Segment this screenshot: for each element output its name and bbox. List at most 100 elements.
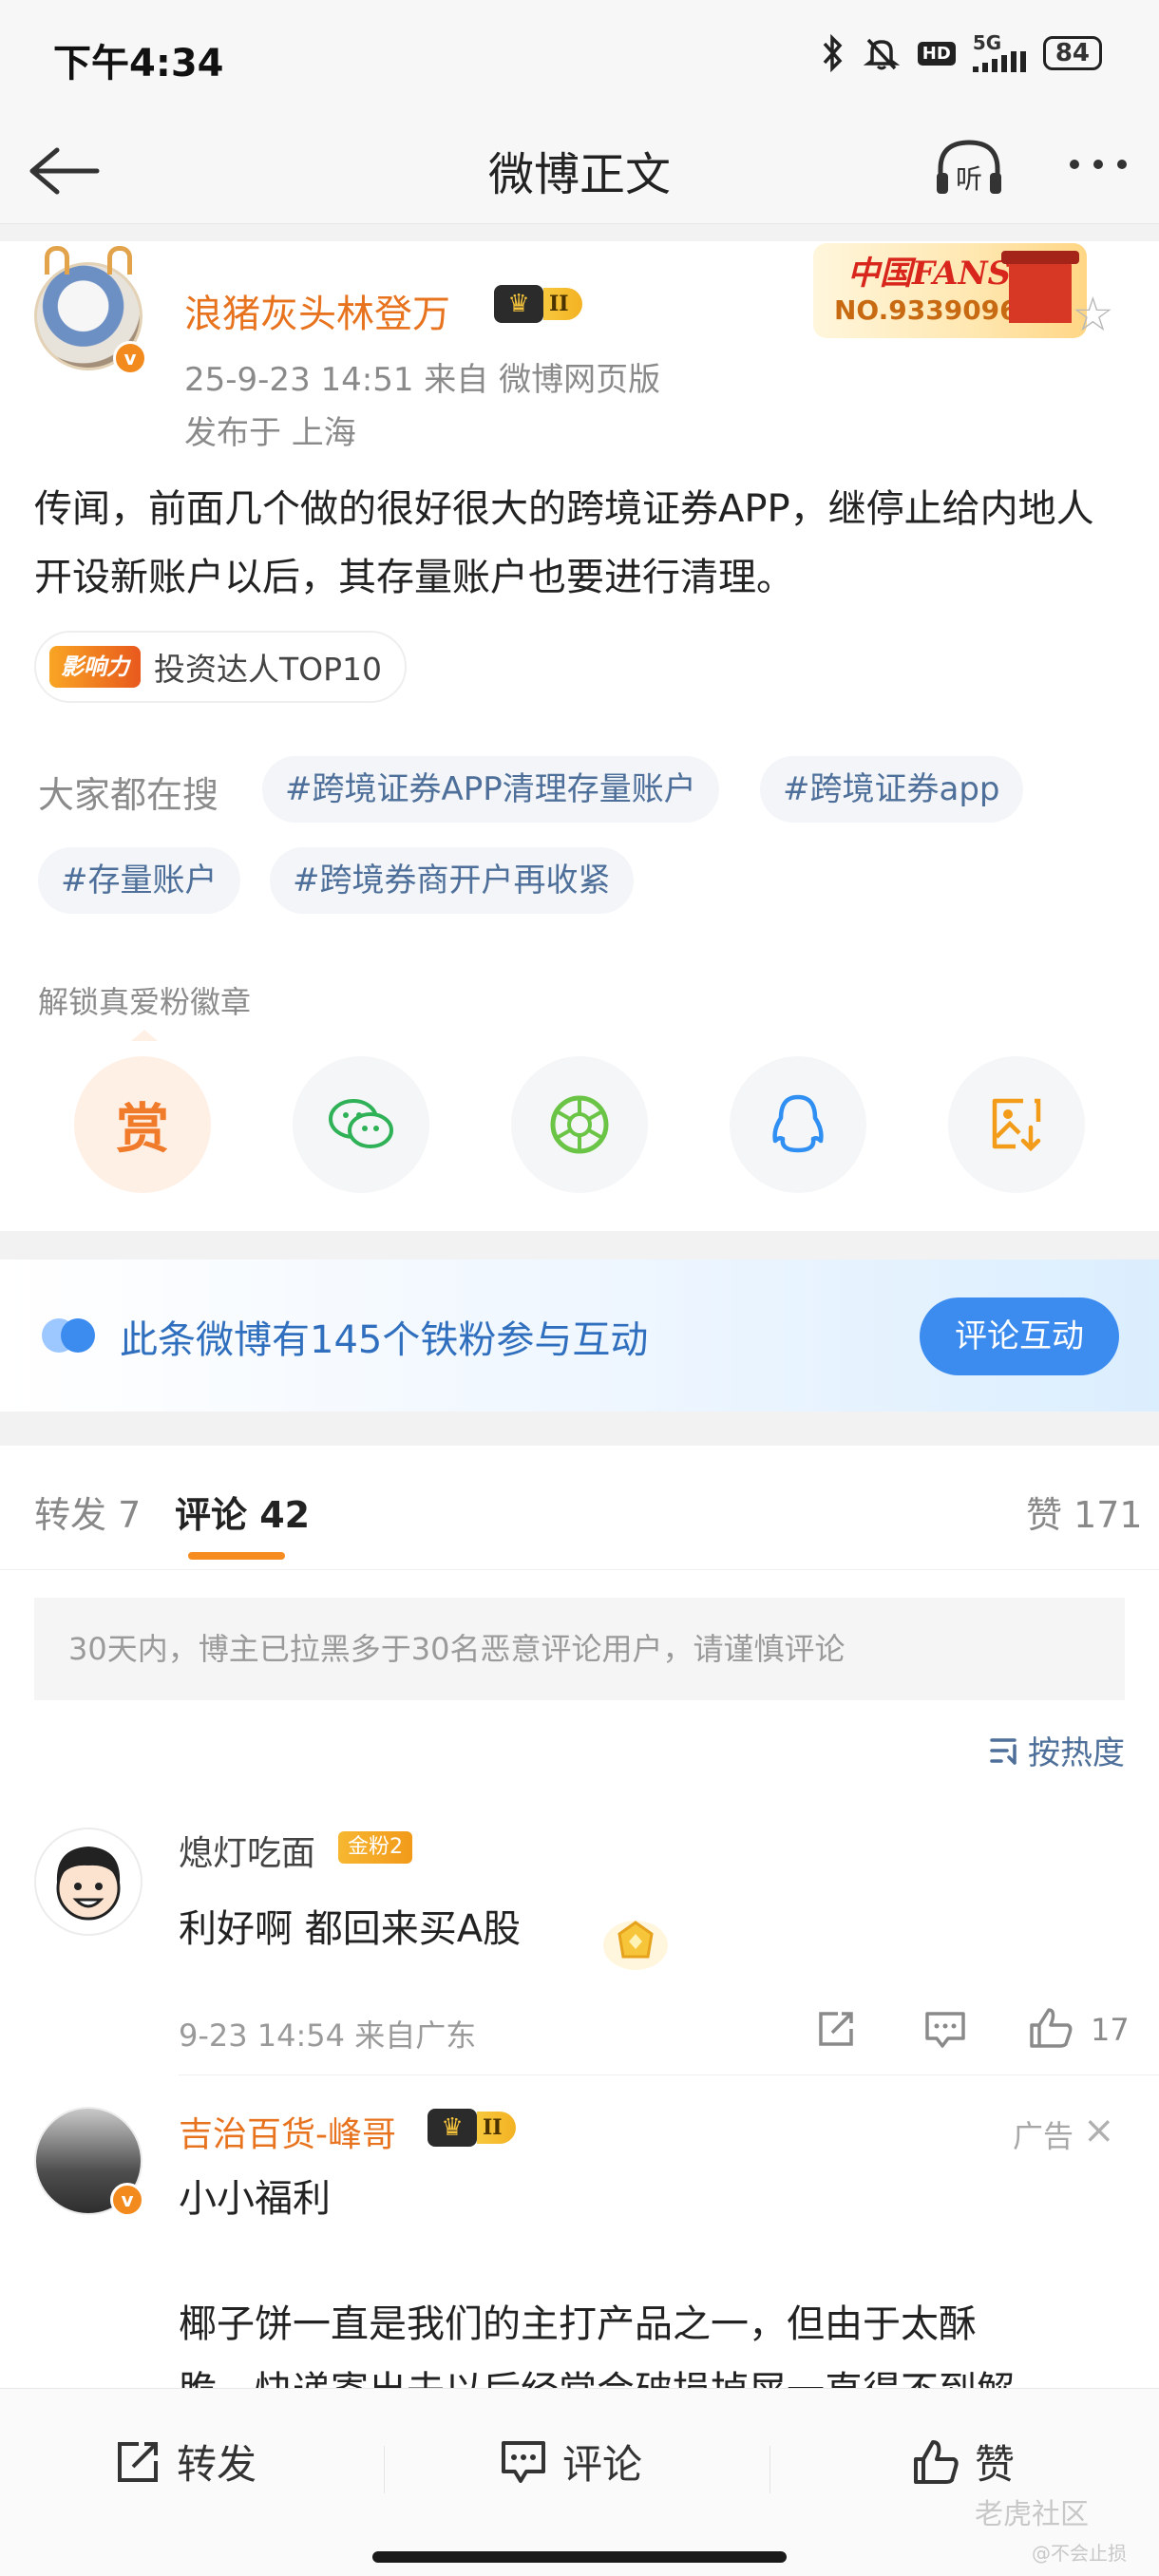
sort-icon: [990, 1737, 1016, 1765]
thumbs-up-icon: [914, 2439, 959, 2484]
author-name[interactable]: 浪猪灰头林登万: [184, 283, 450, 338]
more-menu-button[interactable]: [1060, 139, 1136, 196]
comment-like-count: 17: [1091, 2012, 1130, 2048]
listen-button[interactable]: 听: [931, 135, 1007, 201]
gold-fan-badge: 金粉2: [338, 1831, 412, 1864]
ad-text-line: 小小福利: [179, 2177, 331, 2221]
like-label: 赞: [975, 2441, 1016, 2488]
comment-divider: [179, 2074, 1159, 2075]
fans-badge-title: 中国FANS: [847, 255, 1012, 293]
fans-badge-number: NO.9339096: [834, 294, 1018, 326]
bell-muted-icon: [863, 38, 901, 70]
gold-gem-sticker-icon: [603, 1921, 668, 1970]
post-meta: 25-9-23 14:51 来自 微博网页版: [184, 361, 661, 399]
signal-icon: [972, 51, 1026, 72]
comment-text: 利好啊 都回来买A股: [179, 1907, 522, 1951]
watermark: 老虎社区: [975, 2498, 1089, 2531]
search-chip[interactable]: #跨境证券APP清理存量账户: [262, 756, 719, 823]
section-divider: [0, 1231, 1159, 1260]
author-avatar[interactable]: v: [34, 246, 147, 375]
crown-icon: ♛: [428, 2109, 477, 2147]
china-fans-badge[interactable]: 中国FANS NO.9339096: [813, 243, 1087, 338]
save-image-icon: [992, 1098, 1041, 1152]
influence-tag[interactable]: 影响力 投资达人TOP10: [34, 631, 408, 703]
crown-icon: ♛: [494, 285, 543, 323]
reward-button[interactable]: 赏: [74, 1056, 211, 1193]
status-icons: HD 5G 84: [821, 31, 1102, 72]
repost-button[interactable]: 转发: [114, 2433, 256, 2491]
verified-badge-icon: v: [110, 2183, 144, 2217]
comment-meta: 9-23 14:54 来自广东: [179, 2017, 477, 2054]
repost-icon: [118, 2441, 158, 2482]
verified-badge-icon: v: [113, 341, 147, 375]
favorite-star-icon[interactable]: ☆: [1072, 291, 1114, 338]
cartoon-face-avatar: [56, 1847, 121, 1921]
comment-interact-button[interactable]: 评论互动: [920, 1297, 1119, 1375]
status-time: 下午4:34: [53, 42, 224, 85]
crown-level: II: [543, 288, 582, 320]
comment-label: 评论: [562, 2441, 643, 2488]
search-chip[interactable]: #跨境券商开户再收紧: [270, 847, 634, 914]
share-wechat-button[interactable]: [293, 1056, 429, 1193]
repost-label: 转发: [177, 2441, 257, 2488]
tab-like[interactable]: 赞 171: [1026, 1486, 1143, 1538]
comment-button[interactable]: 评论: [500, 2433, 642, 2491]
tab-repost[interactable]: 转发 7: [34, 1486, 141, 1538]
tooltip-arrow: [131, 1030, 158, 1041]
influence-text: 投资达人TOP10: [154, 651, 383, 688]
commenter-name[interactable]: 熄灯吃面: [179, 1826, 315, 1875]
tab-divider: [0, 1569, 1159, 1570]
reply-comment-icon[interactable]: [923, 2010, 967, 2050]
status-bar: 下午4:34 HD 5G 84: [0, 0, 1159, 114]
tab-comment[interactable]: 评论 42: [175, 1486, 310, 1538]
network-type: 5G: [972, 31, 1002, 54]
like-button[interactable]: 赞: [912, 2433, 1015, 2491]
sort-label: 按热度: [1028, 1734, 1125, 1772]
watermark-sub: @不会止损: [1032, 2542, 1127, 2565]
ad-text-line: 脆，快递寄出去以后经常会破损掉屑一直得不到解: [179, 2359, 1129, 2388]
iron-fans-icon: [42, 1318, 97, 1353]
like-comment-icon[interactable]: [1028, 2006, 1074, 2050]
bluetooth-icon: [823, 34, 843, 72]
share-moments-button[interactable]: [511, 1056, 648, 1193]
post-body: 传闻，前面几个做的很好很大的跨境证券APP，继停止给内地人开设新账户以后，其存量…: [34, 487, 1094, 599]
signal-group: 5G: [972, 31, 1026, 72]
antler-decoration: [45, 246, 69, 275]
crown-level: II: [477, 2112, 516, 2144]
advertiser-avatar[interactable]: v: [34, 2107, 144, 2217]
active-tab-indicator: [188, 1552, 285, 1560]
sort-button[interactable]: 按热度: [988, 1727, 1125, 1773]
reward-icon: 赏: [116, 1098, 169, 1161]
hd-icon: HD: [917, 41, 956, 66]
gate-icon: [1001, 251, 1079, 323]
listen-label: 听: [956, 163, 982, 195]
home-indicator[interactable]: [372, 2551, 787, 2563]
ad-tag: 广告: [1013, 2118, 1074, 2154]
influence-badge: 影响力: [49, 646, 141, 688]
search-chip[interactable]: #存量账户: [38, 847, 240, 914]
iron-fans-text: 此条微博有145个铁粉参与互动: [120, 1318, 649, 1362]
commenter-avatar[interactable]: [34, 1828, 142, 1936]
post-location: 发布于 上海: [184, 414, 356, 452]
advertiser-name[interactable]: 吉治百货-峰哥: [179, 2107, 396, 2156]
member-crown-badge[interactable]: ♛ II: [428, 2109, 516, 2147]
save-image-button[interactable]: [948, 1056, 1085, 1193]
section-divider: [0, 1411, 1159, 1446]
close-ad-icon[interactable]: ×: [1083, 2109, 1115, 2152]
comment-icon: [502, 2440, 545, 2483]
moments-aperture-icon: [550, 1095, 609, 1154]
battery-icon: 84: [1042, 36, 1102, 70]
share-qq-button[interactable]: [730, 1056, 866, 1193]
divider: [384, 2446, 385, 2493]
separator: [0, 224, 1159, 241]
search-chip[interactable]: #跨境证券app: [760, 756, 1023, 823]
member-crown-badge[interactable]: ♛ II: [494, 285, 582, 323]
iron-fans-banner: 此条微博有145个铁粉参与互动 评论互动: [0, 1260, 1159, 1411]
qq-penguin-icon: [772, 1094, 824, 1153]
wechat-icon: [329, 1099, 393, 1148]
headphones-icon: 听: [937, 140, 1001, 195]
ad-text-line: 椰子饼一直是我们的主打产品之一，但由于太酥: [179, 2302, 977, 2346]
unlock-badge-label: 解锁真爱粉徽章: [38, 984, 252, 1020]
more-dots-icon: [1070, 160, 1127, 169]
repost-comment-icon[interactable]: [815, 2008, 857, 2050]
